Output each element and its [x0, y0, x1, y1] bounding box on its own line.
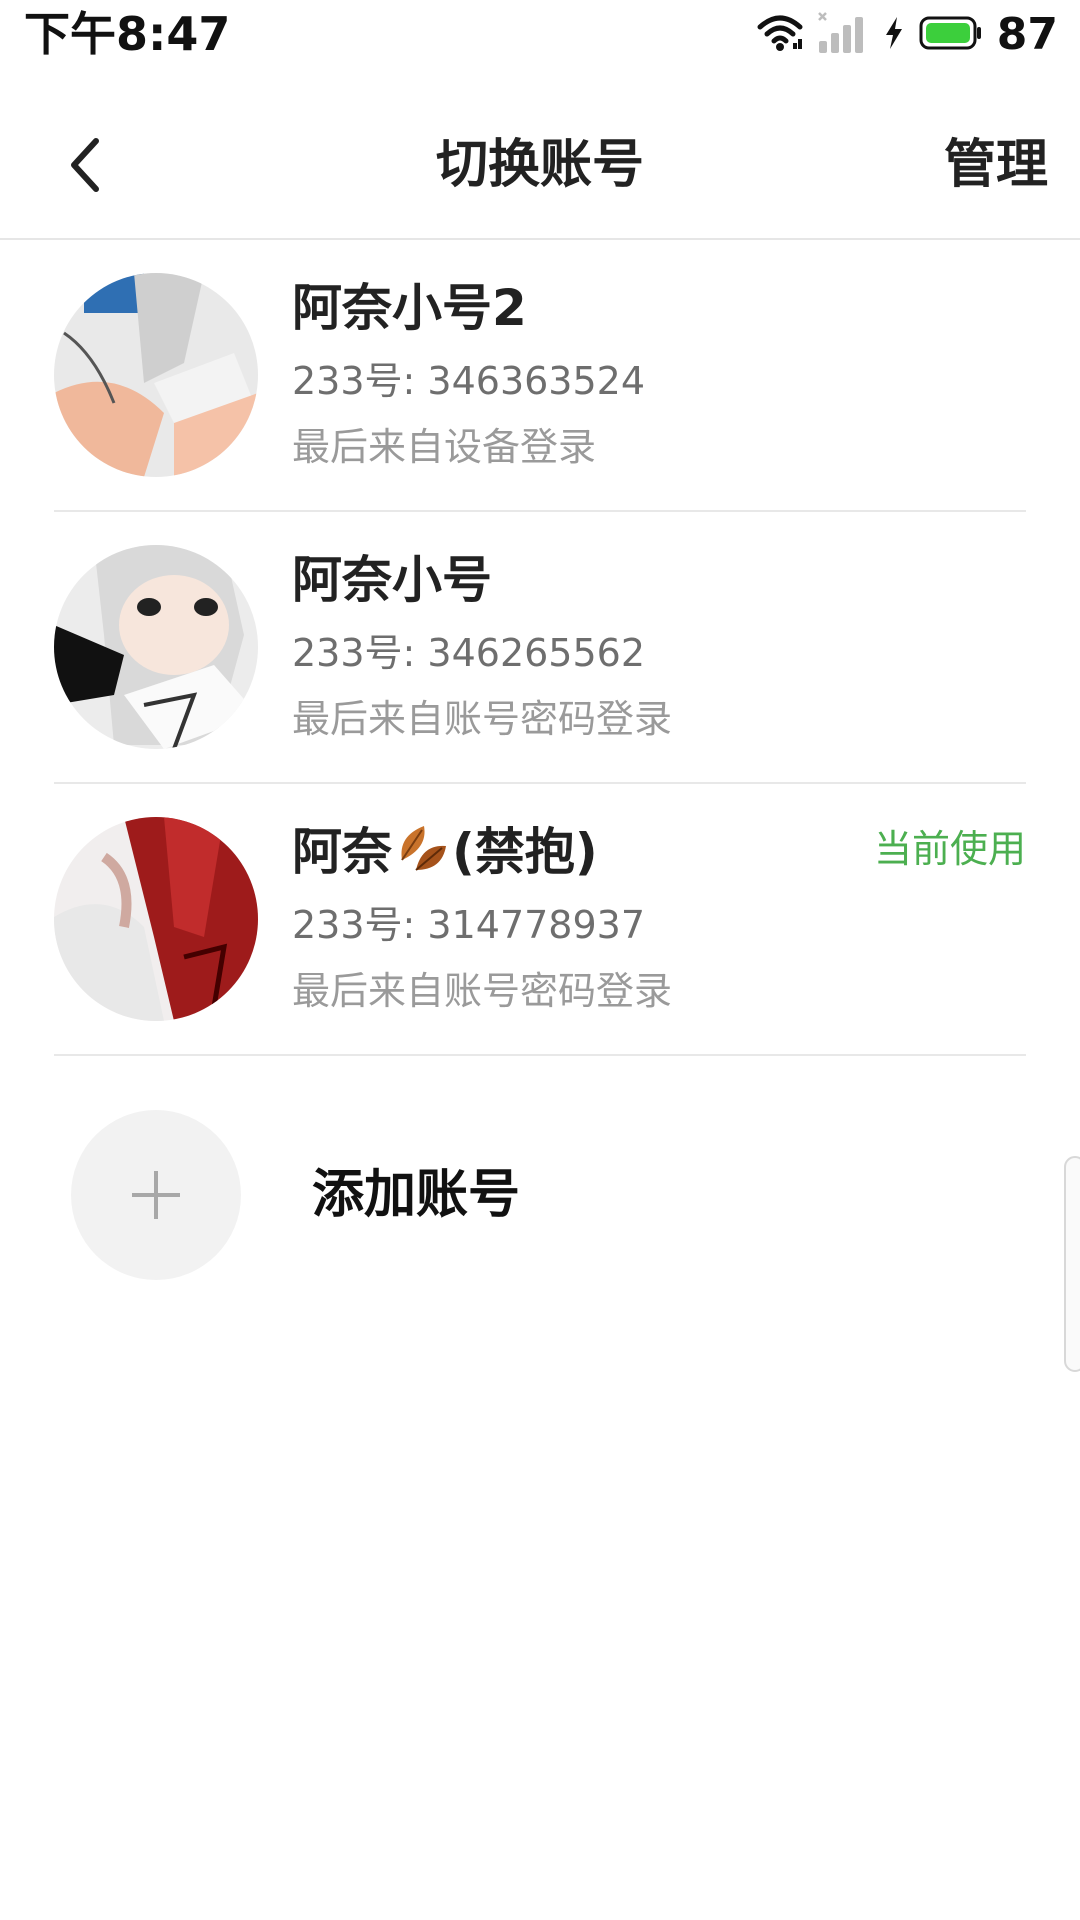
fallen-leaf-icon	[394, 820, 450, 891]
account-item-current[interactable]: 阿奈 (禁抱) 当前使用 233号: 314778937 最后来自账号密码登录	[0, 784, 1080, 1056]
account-id: 233号: 346363524	[292, 359, 646, 403]
account-id: 233号: 314778937	[292, 903, 646, 947]
account-name-prefix: 阿奈	[292, 823, 392, 881]
plus-icon	[132, 1171, 180, 1219]
avatar	[54, 273, 258, 477]
status-time: 下午8:47	[24, 7, 231, 61]
switch-account-screen: 下午8:47 87 切换账号 管理 阿奈小号2 233号: 346363524 …	[0, 0, 1080, 1920]
avatar	[54, 817, 258, 1021]
account-item[interactable]: 阿奈小号2 233号: 346363524 最后来自设备登录	[0, 240, 1080, 512]
page-title: 切换账号	[435, 135, 644, 195]
signal-icon	[817, 11, 869, 59]
account-list: 阿奈小号2 233号: 346363524 最后来自设备登录 阿奈小号 233号…	[0, 240, 1080, 1056]
account-name: 阿奈 (禁抱)	[292, 820, 598, 891]
add-account-button[interactable]: 添加账号	[0, 1060, 1080, 1290]
wifi-icon	[757, 13, 803, 57]
account-name: 阿奈小号	[292, 551, 492, 609]
header: 切换账号 管理	[0, 90, 1080, 240]
account-login-source: 最后来自账号密码登录	[292, 697, 673, 741]
battery-icon	[919, 16, 983, 54]
avatar	[54, 545, 258, 749]
account-login-source: 最后来自账号密码登录	[292, 969, 673, 1013]
status-bar: 下午8:47 87	[0, 0, 1080, 70]
account-login-source: 最后来自设备登录	[292, 425, 597, 469]
divider	[54, 1054, 1026, 1056]
status-icons: 87	[757, 8, 1058, 62]
account-item[interactable]: 阿奈小号 233号: 346265562 最后来自账号密码登录	[0, 512, 1080, 784]
manage-button[interactable]: 管理	[944, 120, 1048, 210]
add-account-label: 添加账号	[312, 1165, 521, 1225]
add-account-circle	[71, 1110, 241, 1280]
battery-level: 87	[996, 9, 1058, 60]
charging-icon	[883, 15, 905, 55]
current-account-badge: 当前使用	[873, 827, 1026, 871]
account-id: 233号: 346265562	[292, 631, 646, 675]
account-name-suffix: (禁抱)	[452, 823, 598, 881]
side-drawer-handle[interactable]	[1064, 1156, 1080, 1372]
account-name: 阿奈小号2	[292, 279, 527, 337]
